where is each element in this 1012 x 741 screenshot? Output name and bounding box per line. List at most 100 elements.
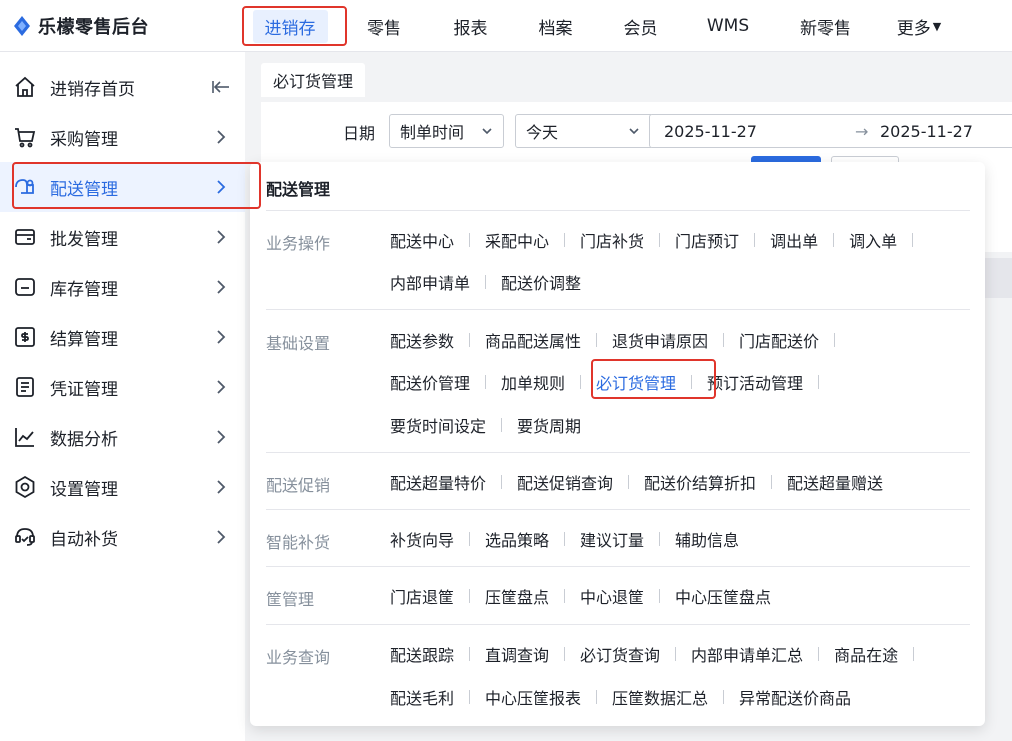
menu-link[interactable]: 采配中心 bbox=[485, 228, 549, 252]
menu-link[interactable]: 门店补货 bbox=[580, 228, 644, 252]
nav-item-label: 新零售 bbox=[800, 18, 851, 39]
menu-link[interactable]: 直调查询 bbox=[485, 642, 549, 666]
menu-link[interactable]: 要货时间设定 bbox=[390, 413, 486, 437]
chevron-down-icon bbox=[629, 128, 639, 135]
sidebar-item-analysis[interactable]: 数据分析 bbox=[0, 412, 245, 462]
sidebar-item-settings[interactable]: 设置管理 bbox=[0, 462, 245, 512]
menu-link-required-order-active[interactable]: 必订货管理 bbox=[596, 370, 676, 394]
group-label: 基础设置 bbox=[266, 334, 331, 353]
menu-link[interactable]: 压筐数据汇总 bbox=[612, 685, 708, 709]
menu-link[interactable]: 中心退筐 bbox=[580, 584, 644, 608]
group-label: 业务操作 bbox=[266, 234, 331, 253]
menu-link[interactable]: 建议订量 bbox=[580, 527, 644, 551]
menu-link[interactable]: 配送价调整 bbox=[501, 270, 581, 294]
menu-separator bbox=[912, 233, 914, 247]
menu-link[interactable]: 调入单 bbox=[849, 228, 897, 252]
sidebar-item-label: 进销存首页 bbox=[50, 79, 135, 100]
chevron-right-icon bbox=[217, 330, 226, 344]
menu-link[interactable]: 要货周期 bbox=[517, 413, 581, 437]
menu-link[interactable]: 商品在途 bbox=[834, 642, 898, 666]
menu-row: 内部申请单 配送价调整 bbox=[390, 270, 581, 294]
chevron-right-icon bbox=[217, 380, 226, 394]
menu-link[interactable]: 预订活动管理 bbox=[707, 370, 803, 394]
menu-link[interactable]: 中心压筐盘点 bbox=[675, 584, 771, 608]
sidebar-item-settlement[interactable]: 结算管理 bbox=[0, 312, 245, 362]
menu-separator bbox=[596, 333, 598, 347]
menu-link[interactable]: 门店退筐 bbox=[390, 584, 454, 608]
menu-link[interactable]: 辅助信息 bbox=[675, 527, 739, 551]
menu-link[interactable]: 配送价管理 bbox=[390, 370, 470, 394]
sidebar-item-delivery[interactable]: 配送管理 bbox=[0, 162, 245, 212]
menu-separator bbox=[659, 532, 661, 546]
menu-link[interactable]: 配送超量赠送 bbox=[787, 470, 883, 494]
nav-item-wms[interactable]: WMS bbox=[683, 0, 773, 52]
nav-item-inventory[interactable]: 进销存 bbox=[240, 0, 340, 52]
caret-down-icon: ▼ bbox=[932, 19, 942, 33]
date-preset-value: 今天 bbox=[526, 123, 559, 142]
menu-link[interactable]: 配送跟踪 bbox=[390, 642, 454, 666]
menu-separator bbox=[485, 275, 487, 289]
menu-link[interactable]: 必订货查询 bbox=[580, 642, 660, 666]
sidebar-item-home[interactable]: 进销存首页 bbox=[0, 62, 245, 112]
nav-item-label: 报表 bbox=[453, 18, 488, 39]
home-icon bbox=[12, 74, 38, 100]
sidebar-item-label: 设置管理 bbox=[50, 479, 118, 500]
sidebar-item-wholesale[interactable]: 批发管理 bbox=[0, 212, 245, 262]
nav-item-label: WMS bbox=[706, 16, 750, 36]
menu-link[interactable]: 配送中心 bbox=[390, 228, 454, 252]
menu-separator bbox=[754, 233, 756, 247]
menu-link[interactable]: 配送超量特价 bbox=[390, 470, 486, 494]
nav-item-archives[interactable]: 档案 bbox=[513, 0, 598, 52]
menu-link[interactable]: 配送促销查询 bbox=[517, 470, 613, 494]
brand[interactable]: 乐檬零售后台 bbox=[12, 12, 149, 40]
menu-link[interactable]: 配送价结算折扣 bbox=[644, 470, 756, 494]
flyout-title: 配送管理 bbox=[266, 180, 331, 199]
chevron-right-icon bbox=[217, 180, 226, 194]
brand-name: 乐檬零售后台 bbox=[38, 17, 149, 38]
nav-item-label: 进销存 bbox=[252, 9, 328, 43]
sidebar-item-inventory[interactable]: 库存管理 bbox=[0, 262, 245, 312]
menu-link[interactable]: 调出单 bbox=[770, 228, 818, 252]
menu-link[interactable]: 内部申请单汇总 bbox=[691, 642, 803, 666]
menu-link[interactable]: 内部申请单 bbox=[390, 270, 470, 294]
nav-item-reports[interactable]: 报表 bbox=[428, 0, 513, 52]
sidebar-item-purchase[interactable]: 采购管理 bbox=[0, 112, 245, 162]
nav-item-more[interactable]: 更多 ▼ bbox=[878, 0, 960, 52]
chevron-right-icon bbox=[217, 280, 226, 294]
menu-separator bbox=[469, 647, 471, 661]
menu-link[interactable]: 选品策略 bbox=[485, 527, 549, 551]
collapse-sidebar-icon[interactable] bbox=[211, 79, 231, 95]
menu-link[interactable]: 门店预订 bbox=[675, 228, 739, 252]
nav-item-members[interactable]: 会员 bbox=[598, 0, 683, 52]
menu-link[interactable]: 退货申请原因 bbox=[612, 328, 708, 352]
sidebar-item-voucher[interactable]: 凭证管理 bbox=[0, 362, 245, 412]
date-type-select[interactable]: 制单时间 bbox=[389, 114, 504, 148]
menu-link[interactable]: 中心压筐报表 bbox=[485, 685, 581, 709]
menu-row: 配送毛利 中心压筐报表 压筐数据汇总 异常配送价商品 bbox=[390, 685, 851, 709]
menu-link[interactable]: 补货向导 bbox=[390, 527, 454, 551]
menu-link[interactable]: 门店配送价 bbox=[739, 328, 819, 352]
menu-link[interactable]: 加单规则 bbox=[501, 370, 565, 394]
menu-link[interactable]: 压筐盘点 bbox=[485, 584, 549, 608]
date-to[interactable]: 2025-11-27 bbox=[880, 122, 973, 141]
menu-link[interactable]: 配送参数 bbox=[390, 328, 454, 352]
nav-item-label: 更多 bbox=[896, 18, 931, 39]
menu-link[interactable]: 商品配送属性 bbox=[485, 328, 581, 352]
nav-item-retail[interactable]: 零售 bbox=[340, 0, 428, 52]
date-range-picker[interactable]: 2025-11-27 → 2025-11-27 bbox=[649, 114, 1012, 148]
tab-required-order[interactable]: 必订货管理 bbox=[261, 63, 366, 97]
sidebar-item-auto-replenish[interactable]: 自动补货 bbox=[0, 512, 245, 562]
nav-item-new-retail[interactable]: 新零售 bbox=[773, 0, 878, 52]
menu-link[interactable]: 异常配送价商品 bbox=[739, 685, 851, 709]
menu-separator bbox=[564, 647, 566, 661]
nav-item-label: 档案 bbox=[538, 18, 573, 39]
date-from[interactable]: 2025-11-27 bbox=[664, 122, 757, 141]
menu-row: 配送超量特价 配送促销查询 配送价结算折扣 配送超量赠送 bbox=[390, 470, 883, 494]
menu-separator bbox=[659, 589, 661, 603]
date-preset-select[interactable]: 今天 bbox=[515, 114, 651, 148]
date-label: 日期 bbox=[343, 124, 376, 143]
menu-link[interactable]: 配送毛利 bbox=[390, 685, 454, 709]
menu-separator bbox=[659, 233, 661, 247]
sidebar-item-label: 采购管理 bbox=[50, 129, 118, 150]
sidebar: 进销存首页 采购管理 配送管理 批发管理 库存管理 结算管理 凭证管理 数据分析 bbox=[0, 52, 245, 741]
